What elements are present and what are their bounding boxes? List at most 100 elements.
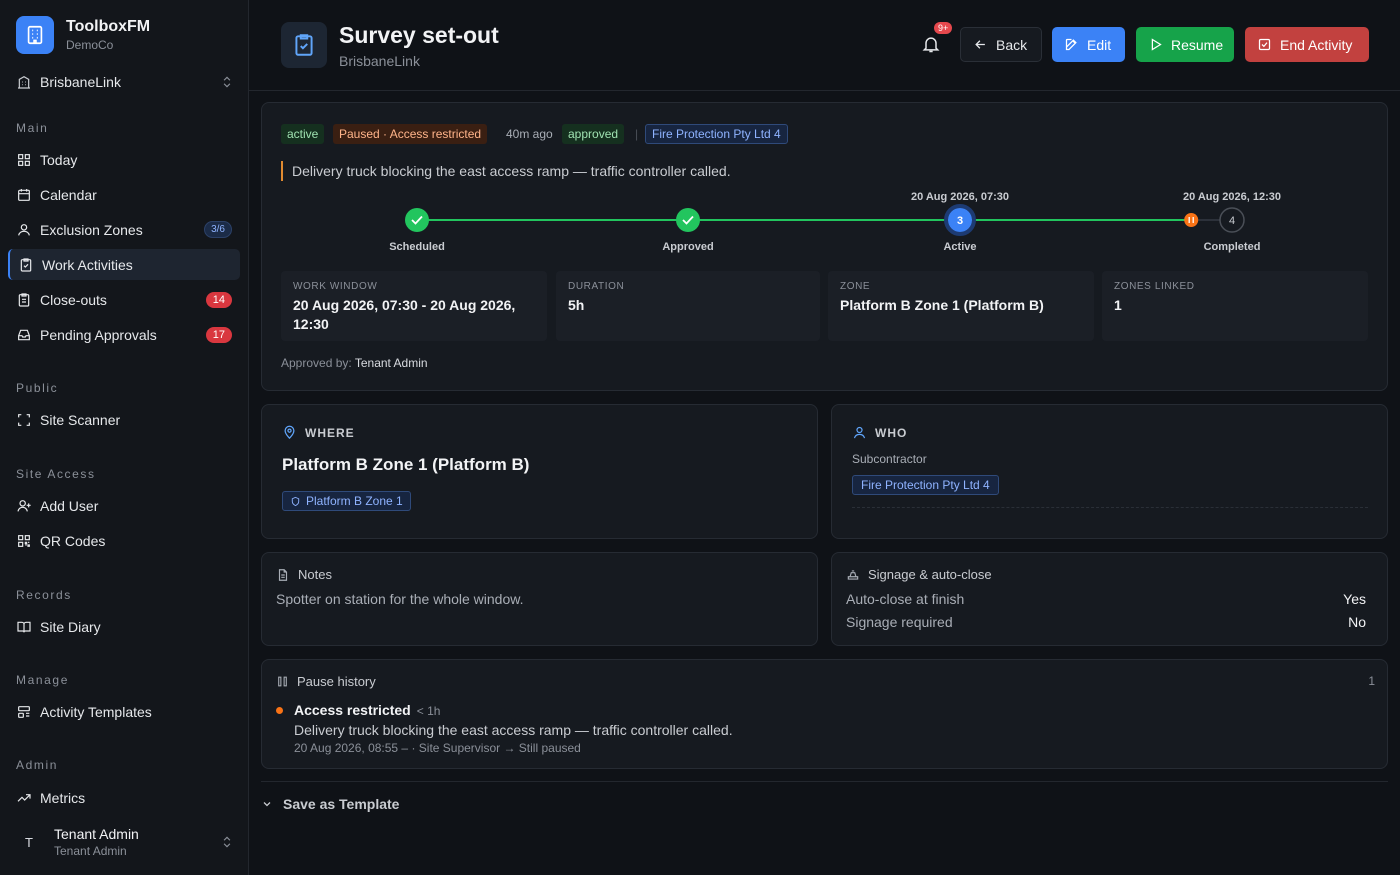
sidebar-item-label: Site Scanner bbox=[40, 411, 121, 428]
chip-separator: | bbox=[635, 127, 639, 141]
sidebar-item-label: Pending Approvals bbox=[40, 326, 157, 343]
status-badge: active bbox=[281, 124, 325, 144]
clipboard-check-icon bbox=[18, 257, 34, 273]
sidebar-item-label: Close-outs bbox=[40, 291, 107, 308]
inbox-icon bbox=[16, 327, 32, 343]
section-label-main: Main bbox=[16, 121, 49, 135]
sidebar-item-site-diary[interactable]: Site Diary bbox=[8, 611, 240, 642]
sidebar-item-exclusion-zones[interactable]: Exclusion Zones 3/6 bbox=[8, 214, 240, 245]
scan-icon bbox=[16, 412, 32, 428]
chevron-updown-icon bbox=[220, 835, 234, 849]
pause-entry-reason-title: Access restricted bbox=[294, 702, 411, 718]
sidebar-item-label: Exclusion Zones bbox=[40, 221, 143, 238]
chevron-updown-icon bbox=[220, 75, 234, 89]
page-header: Survey set-out BrisbaneLink 9+ Back Edit… bbox=[249, 0, 1400, 91]
template-icon bbox=[16, 704, 32, 720]
notes-card: Notes Spotter on station for the whole w… bbox=[261, 552, 818, 646]
notes-heading-label: Notes bbox=[298, 567, 332, 582]
notes-text: Spotter on station for the whole window. bbox=[276, 591, 524, 607]
sidebar-item-work-activities[interactable]: Work Activities bbox=[8, 249, 240, 280]
zone-chip[interactable]: Platform B Zone 1 bbox=[282, 491, 411, 511]
approved-by-label: Approved by: bbox=[281, 356, 352, 370]
signage-card: Signage & auto-close Auto-close at finis… bbox=[831, 552, 1388, 646]
sidebar-item-qr-codes[interactable]: QR Codes bbox=[8, 525, 240, 556]
step-label-scheduled: Scheduled bbox=[389, 241, 445, 253]
step-date-active: 20 Aug 2026, 07:30 bbox=[910, 191, 1010, 203]
checkbox-icon bbox=[1257, 37, 1272, 52]
site-switcher[interactable]: BrisbaneLink bbox=[16, 72, 234, 92]
sidebar-item-activity-templates[interactable]: Activity Templates bbox=[8, 696, 240, 727]
back-button-label: Back bbox=[996, 36, 1028, 53]
pause-history-heading: Pause history bbox=[276, 674, 376, 689]
section-label-admin: Admin bbox=[16, 758, 59, 772]
progress-timeline: 3 4 20 Aug 2026, 07:30 20 Aug 2026, 12:30… bbox=[249, 186, 1400, 266]
end-activity-button[interactable]: End Activity bbox=[1245, 27, 1369, 62]
sidebar-item-pending-approvals[interactable]: Pending Approvals 17 bbox=[8, 319, 240, 350]
user-icon bbox=[852, 425, 867, 440]
section-label-manage: Manage bbox=[16, 673, 69, 687]
zones-linked-label: ZONES LINKED bbox=[1114, 281, 1195, 292]
organisation-badge[interactable]: Fire Protection Pty Ltd 4 bbox=[645, 124, 788, 144]
auto-close-row: Auto-close at finish Yes bbox=[846, 591, 1366, 607]
trending-up-icon bbox=[16, 790, 32, 806]
pause-marker bbox=[1184, 213, 1199, 227]
pause-history-heading-label: Pause history bbox=[297, 674, 376, 689]
arrow-left-icon bbox=[973, 37, 988, 52]
edit-button[interactable]: Edit bbox=[1052, 27, 1125, 62]
play-icon bbox=[1148, 37, 1163, 52]
close-outs-badge: 14 bbox=[205, 291, 232, 308]
sidebar-item-metrics[interactable]: Metrics bbox=[8, 782, 240, 813]
sidebar-item-close-outs[interactable]: Close-outs 14 bbox=[8, 284, 240, 315]
sidebar-item-label: Metrics bbox=[40, 789, 86, 806]
chevron-down-icon bbox=[261, 798, 273, 810]
user-role: Tenant Admin bbox=[54, 844, 127, 858]
sidebar-item-site-scanner[interactable]: Site Scanner bbox=[8, 404, 240, 435]
zone-chip-label: Platform B Zone 1 bbox=[306, 494, 403, 508]
signage-required-value: No bbox=[1348, 614, 1366, 630]
notes-heading: Notes bbox=[276, 567, 332, 582]
page-subtitle: BrisbaneLink bbox=[339, 53, 420, 69]
duration-value: 5h bbox=[568, 297, 585, 313]
step-done-marker bbox=[676, 208, 700, 232]
sidebar-item-today[interactable]: Today bbox=[8, 144, 240, 175]
zone-value: Platform B Zone 1 (Platform B) bbox=[840, 297, 1044, 313]
file-text-icon bbox=[276, 568, 290, 582]
who-heading-label: WHO bbox=[875, 425, 908, 440]
sidebar-item-add-user[interactable]: Add User bbox=[8, 490, 240, 521]
signage-heading: Signage & auto-close bbox=[846, 567, 992, 582]
pause-status-dot bbox=[276, 707, 283, 714]
shield-icon bbox=[290, 496, 301, 507]
sidebar-item-label: Site Diary bbox=[40, 618, 101, 635]
subcontractor-chip[interactable]: Fire Protection Pty Ltd 4 bbox=[852, 475, 999, 495]
back-button[interactable]: Back bbox=[960, 27, 1042, 62]
clipboard-list-icon bbox=[16, 292, 32, 308]
sidebar-item-label: Add User bbox=[40, 497, 99, 514]
where-heading-label: WHERE bbox=[305, 425, 355, 440]
zones-linked-box: ZONES LINKED 1 bbox=[1102, 271, 1368, 341]
clipboard-check-icon bbox=[281, 22, 327, 68]
where-heading: WHERE bbox=[282, 425, 355, 440]
brand[interactable]: ToolboxFM DemoCo bbox=[16, 16, 150, 54]
user-menu[interactable]: T Tenant Admin Tenant Admin bbox=[16, 824, 234, 860]
resume-button[interactable]: Resume bbox=[1136, 27, 1234, 62]
signage-required-row: Signage required No bbox=[846, 614, 1366, 630]
brand-name: ToolboxFM bbox=[66, 18, 151, 35]
user-shield-icon bbox=[16, 222, 32, 238]
main-content: Survey set-out BrisbaneLink 9+ Back Edit… bbox=[249, 0, 1400, 875]
qr-code-icon bbox=[16, 533, 32, 549]
auto-close-label: Auto-close at finish bbox=[846, 591, 965, 607]
sidebar-item-calendar[interactable]: Calendar bbox=[8, 179, 240, 210]
step-label-completed: Completed bbox=[1203, 241, 1261, 253]
bell-icon[interactable] bbox=[921, 34, 941, 54]
pause-entry-reason: Delivery truck blocking the east access … bbox=[294, 722, 733, 738]
brand-org: DemoCo bbox=[66, 38, 114, 52]
where-card: WHERE Platform B Zone 1 (Platform B) Pla… bbox=[261, 404, 818, 539]
step-done-marker bbox=[405, 208, 429, 232]
save-as-template-toggle[interactable]: Save as Template bbox=[261, 781, 1388, 825]
zone-box: ZONE Platform B Zone 1 (Platform B) bbox=[828, 271, 1094, 341]
map-pin-icon bbox=[282, 425, 297, 440]
building-icon bbox=[16, 16, 54, 54]
user-name: Tenant Admin bbox=[54, 826, 139, 842]
save-as-template-label: Save as Template bbox=[283, 795, 400, 812]
resume-button-label: Resume bbox=[1171, 36, 1224, 53]
